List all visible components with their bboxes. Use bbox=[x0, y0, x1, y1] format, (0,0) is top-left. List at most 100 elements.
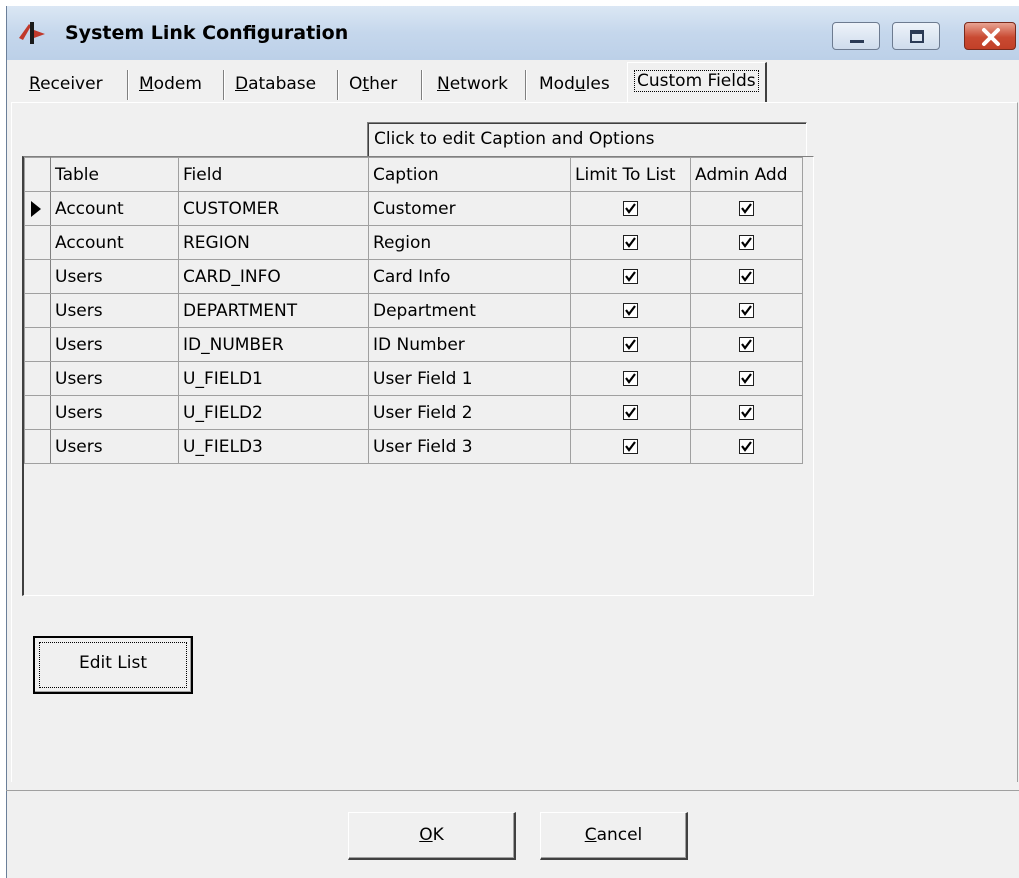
limit-to-list-cell[interactable] bbox=[570, 259, 691, 294]
table-row[interactable]: Users U_FIELD1 User Field 1 bbox=[24, 361, 803, 396]
limit-to-list-checkbox[interactable] bbox=[623, 337, 638, 352]
admin-add-checkbox[interactable] bbox=[739, 439, 754, 454]
admin-add-checkbox[interactable] bbox=[739, 201, 754, 216]
limit-to-list-cell[interactable] bbox=[570, 327, 691, 362]
limit-to-list-checkbox[interactable] bbox=[623, 235, 638, 250]
cell-field[interactable]: U_FIELD2 bbox=[178, 395, 369, 430]
tab-network[interactable]: Network bbox=[431, 66, 514, 102]
row-indicator[interactable] bbox=[24, 327, 51, 362]
tab-separator bbox=[421, 70, 423, 100]
cell-table[interactable]: Users bbox=[50, 429, 179, 464]
row-indicator[interactable] bbox=[24, 225, 51, 260]
cell-field[interactable]: U_FIELD3 bbox=[178, 429, 369, 464]
limit-to-list-cell[interactable] bbox=[570, 395, 691, 430]
tab-modules[interactable]: Modules bbox=[533, 66, 616, 102]
column-header-limit-to-list[interactable]: Limit To List bbox=[570, 157, 691, 192]
admin-add-checkbox[interactable] bbox=[739, 405, 754, 420]
limit-to-list-checkbox[interactable] bbox=[623, 201, 638, 216]
admin-add-cell[interactable] bbox=[690, 293, 803, 328]
cell-field[interactable]: ID_NUMBER bbox=[178, 327, 369, 362]
cell-table[interactable]: Account bbox=[50, 191, 179, 226]
maximize-button[interactable] bbox=[892, 22, 940, 50]
admin-add-cell[interactable] bbox=[690, 259, 803, 294]
tab-modem[interactable]: Modem bbox=[133, 66, 208, 102]
limit-to-list-cell[interactable] bbox=[570, 429, 691, 464]
column-header-caption[interactable]: Caption bbox=[368, 157, 571, 192]
limit-to-list-cell[interactable] bbox=[570, 293, 691, 328]
cell-caption[interactable]: User Field 2 bbox=[368, 395, 571, 430]
admin-add-checkbox[interactable] bbox=[739, 371, 754, 386]
tab-database[interactable]: Database bbox=[229, 66, 322, 102]
row-indicator[interactable] bbox=[24, 361, 51, 396]
cell-table[interactable]: Users bbox=[50, 361, 179, 396]
limit-to-list-checkbox[interactable] bbox=[623, 371, 638, 386]
row-indicator[interactable] bbox=[24, 429, 51, 464]
limit-to-list-cell[interactable] bbox=[570, 225, 691, 260]
cell-caption[interactable]: Department bbox=[368, 293, 571, 328]
ok-button[interactable]: OK bbox=[348, 812, 516, 860]
limit-to-list-checkbox[interactable] bbox=[623, 405, 638, 420]
tab-label: O bbox=[349, 74, 363, 94]
limit-to-list-cell[interactable] bbox=[570, 361, 691, 396]
cell-table[interactable]: Users bbox=[50, 293, 179, 328]
tab-label: etwork bbox=[449, 74, 508, 94]
admin-add-cell[interactable] bbox=[690, 191, 803, 226]
tab-receiver[interactable]: Receiver bbox=[23, 66, 109, 102]
admin-add-cell[interactable] bbox=[690, 395, 803, 430]
table-row[interactable]: Users ID_NUMBER ID Number bbox=[24, 327, 803, 362]
column-header-table[interactable]: Table bbox=[50, 157, 179, 192]
minimize-button[interactable] bbox=[832, 22, 880, 50]
cell-table[interactable]: Users bbox=[50, 327, 179, 362]
table-row[interactable]: Users CARD_INFO Card Info bbox=[24, 259, 803, 294]
tab-other[interactable]: Other bbox=[343, 66, 403, 102]
cell-caption[interactable]: Customer bbox=[368, 191, 571, 226]
limit-to-list-checkbox[interactable] bbox=[623, 439, 638, 454]
row-indicator[interactable] bbox=[24, 395, 51, 430]
cell-field[interactable]: REGION bbox=[178, 225, 369, 260]
cell-field[interactable]: CUSTOMER bbox=[178, 191, 369, 226]
limit-to-list-checkbox[interactable] bbox=[623, 303, 638, 318]
cell-caption[interactable]: ID Number bbox=[368, 327, 571, 362]
row-indicator[interactable] bbox=[24, 293, 51, 328]
cancel-button[interactable]: Cancel bbox=[540, 812, 688, 860]
admin-add-cell[interactable] bbox=[690, 429, 803, 464]
grid-header-row: Table Field Caption Limit To List Admin … bbox=[24, 157, 803, 192]
admin-add-checkbox[interactable] bbox=[739, 337, 754, 352]
table-row[interactable]: Users DEPARTMENT Department bbox=[24, 293, 803, 328]
cell-table[interactable]: Users bbox=[50, 395, 179, 430]
title-bar[interactable]: System Link Configuration bbox=[7, 6, 1019, 60]
edit-list-button[interactable]: Edit List bbox=[33, 636, 193, 694]
column-header-field[interactable]: Field bbox=[178, 157, 369, 192]
table-row[interactable]: Account CUSTOMER Customer bbox=[24, 191, 803, 226]
ok-mnemonic: O bbox=[419, 825, 433, 845]
table-row[interactable]: Users U_FIELD2 User Field 2 bbox=[24, 395, 803, 430]
cell-field[interactable]: DEPARTMENT bbox=[178, 293, 369, 328]
cell-table[interactable]: Account bbox=[50, 225, 179, 260]
row-indicator[interactable] bbox=[24, 259, 51, 294]
cell-caption[interactable]: User Field 1 bbox=[368, 361, 571, 396]
tab-mnemonic: R bbox=[29, 74, 41, 94]
admin-add-checkbox[interactable] bbox=[739, 269, 754, 284]
focus-rect bbox=[39, 642, 187, 688]
cell-table[interactable]: Users bbox=[50, 259, 179, 294]
admin-add-cell[interactable] bbox=[690, 327, 803, 362]
custom-fields-grid[interactable]: Table Field Caption Limit To List Admin … bbox=[22, 156, 814, 596]
admin-add-checkbox[interactable] bbox=[739, 303, 754, 318]
limit-to-list-cell[interactable] bbox=[570, 191, 691, 226]
cell-caption[interactable]: Region bbox=[368, 225, 571, 260]
table-row[interactable]: Account REGION Region bbox=[24, 225, 803, 260]
cell-field[interactable]: CARD_INFO bbox=[178, 259, 369, 294]
cell-field[interactable]: U_FIELD1 bbox=[178, 361, 369, 396]
column-header-admin-add[interactable]: Admin Add bbox=[690, 157, 803, 192]
table-row[interactable]: Users U_FIELD3 User Field 3 bbox=[24, 429, 803, 464]
cell-caption[interactable]: Card Info bbox=[368, 259, 571, 294]
cell-caption[interactable]: User Field 3 bbox=[368, 429, 571, 464]
admin-add-cell[interactable] bbox=[690, 225, 803, 260]
admin-add-cell[interactable] bbox=[690, 361, 803, 396]
limit-to-list-checkbox[interactable] bbox=[623, 269, 638, 284]
tab-custom-fields[interactable]: Custom Fields bbox=[627, 62, 767, 102]
row-indicator[interactable] bbox=[24, 191, 51, 226]
admin-add-checkbox[interactable] bbox=[739, 235, 754, 250]
close-button[interactable] bbox=[964, 22, 1016, 50]
cancel-mnemonic: C bbox=[584, 825, 597, 845]
